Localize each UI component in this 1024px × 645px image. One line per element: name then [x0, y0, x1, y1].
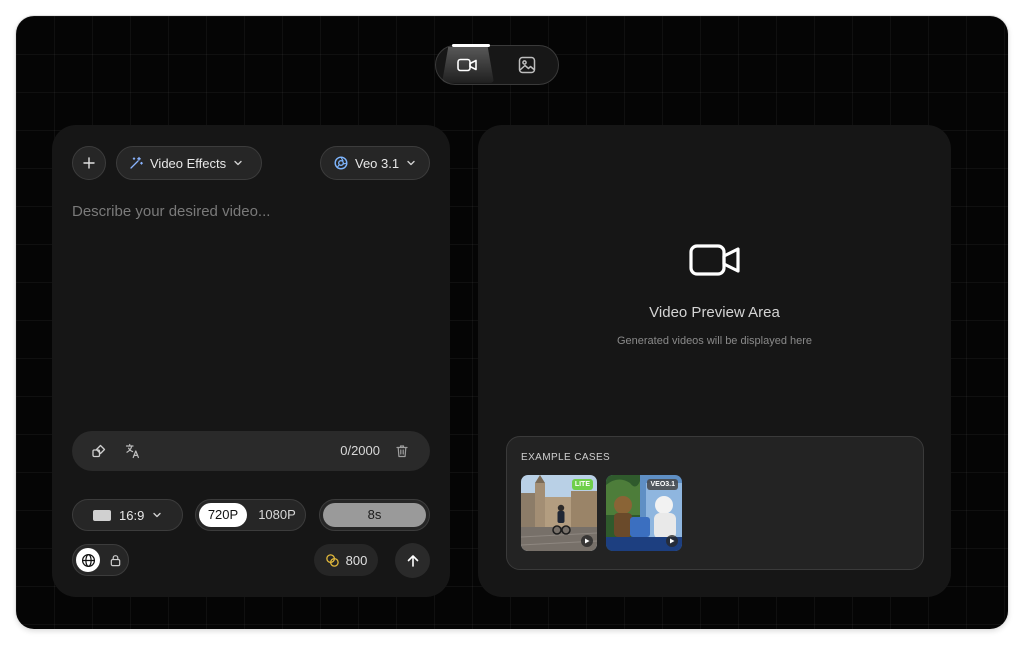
- aspect-ratio-icon: [93, 509, 111, 521]
- visibility-toggle: [72, 544, 129, 576]
- play-icon: [581, 535, 593, 547]
- video-mode-tab[interactable]: [436, 44, 498, 84]
- example-cases: EXAMPLE CASES LITE VEO3.1: [506, 436, 924, 570]
- preview-subtitle: Generated videos will be displayed here: [616, 335, 813, 347]
- globe-icon: [81, 553, 95, 567]
- plus-icon: [83, 157, 95, 169]
- mode-switcher: [435, 44, 559, 85]
- resolution-toggle: 720P 1080P: [195, 499, 306, 531]
- lock-icon: [110, 554, 120, 566]
- aspect-ratio-label: 16:9: [119, 507, 145, 523]
- video-effects-label: Video Effects: [150, 155, 227, 171]
- example-case-thumbnail[interactable]: VEO3.1: [606, 475, 682, 551]
- resolution-option-1080p[interactable]: 1080P: [251, 503, 303, 527]
- veo-logo-icon: [334, 156, 348, 170]
- example-cases-title: EXAMPLE CASES: [521, 452, 611, 463]
- credits-badge: 800: [314, 544, 378, 576]
- trash-icon: [396, 445, 408, 458]
- enhance-prompt-button[interactable]: [87, 439, 111, 463]
- generate-button[interactable]: [395, 543, 430, 578]
- chevron-down-icon: [234, 160, 242, 166]
- chevron-down-icon: [407, 160, 415, 166]
- translate-icon: [125, 443, 139, 459]
- clear-prompt-button[interactable]: [390, 439, 414, 463]
- coins-icon: [325, 553, 339, 567]
- aspect-ratio-dropdown[interactable]: 16:9: [72, 499, 183, 531]
- prompt-input[interactable]: Describe your desired video...: [72, 203, 428, 423]
- play-icon: [666, 535, 678, 547]
- video-camera-icon: [457, 58, 477, 72]
- active-tab-indicator: [452, 44, 490, 47]
- private-option[interactable]: [104, 549, 126, 571]
- translate-button[interactable]: [121, 439, 145, 463]
- video-camera-icon: [689, 244, 740, 276]
- character-count: 0/2000: [340, 443, 380, 458]
- resolution-option-720p[interactable]: 720P: [199, 503, 247, 527]
- composer-panel: Video Effects Veo 3.1 Describe your desi…: [52, 125, 450, 597]
- image-mode-tab[interactable]: [496, 46, 558, 84]
- shapes-icon: [92, 444, 106, 458]
- prompt-placeholder: Describe your desired video...: [72, 203, 271, 220]
- image-icon: [518, 56, 536, 74]
- video-effects-dropdown[interactable]: Video Effects: [116, 146, 262, 180]
- duration-fill: 8s: [323, 503, 426, 527]
- model-dropdown[interactable]: Veo 3.1: [320, 146, 430, 180]
- prompt-toolbar: 0/2000: [72, 431, 430, 471]
- model-label: Veo 3.1: [355, 155, 400, 171]
- preview-title: Video Preview Area: [649, 304, 780, 321]
- example-badge: VEO3.1: [647, 479, 678, 490]
- example-badge: LITE: [571, 479, 593, 490]
- public-option[interactable]: [76, 548, 100, 572]
- arrow-up-icon: [407, 554, 418, 567]
- add-media-button[interactable]: [72, 146, 106, 180]
- duration-slider[interactable]: 8s: [319, 499, 430, 531]
- magic-wand-icon: [130, 156, 143, 169]
- app-window: Video Effects Veo 3.1 Describe your desi…: [16, 16, 1008, 629]
- chevron-down-icon: [153, 512, 162, 518]
- example-case-thumbnail[interactable]: LITE: [521, 475, 597, 551]
- preview-panel: Video Preview Area Generated videos will…: [478, 125, 951, 597]
- credits-value: 800: [345, 552, 368, 568]
